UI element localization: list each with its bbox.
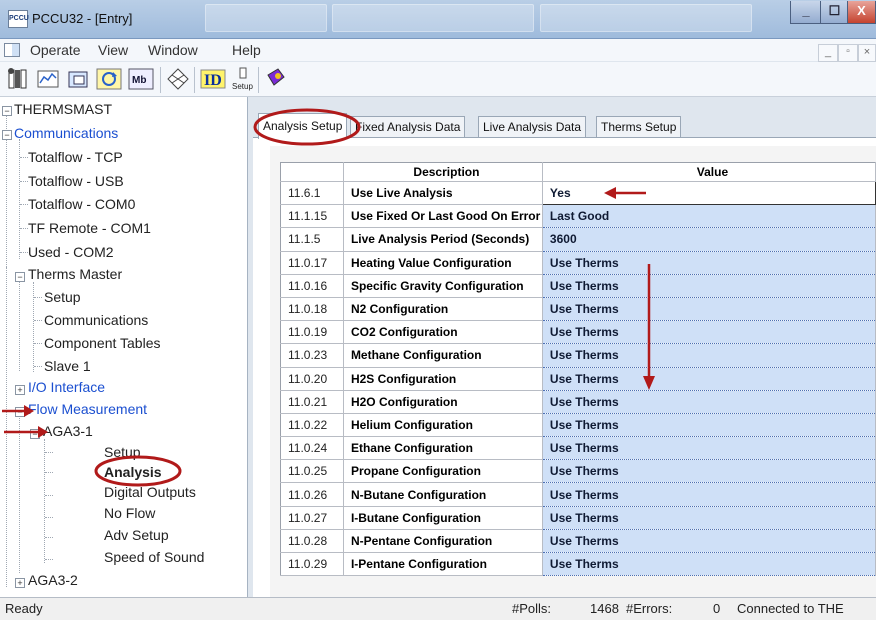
row-number-cell: 11.6.1 — [280, 181, 344, 206]
svg-text:ID: ID — [204, 72, 222, 89]
background-window-tab — [205, 4, 327, 32]
refresh-icon[interactable] — [96, 67, 122, 91]
navigation-tree[interactable]: − THERMSMAST − Communications Totalflow … — [0, 97, 248, 597]
header-number — [280, 162, 344, 182]
row-number-cell: 11.0.17 — [280, 251, 344, 275]
row-description-cell: H2O Configuration — [343, 390, 543, 414]
row-description-cell: Propane Configuration — [343, 459, 543, 484]
app-icon: PCCU — [8, 10, 29, 28]
entry-mode-icon[interactable] — [36, 67, 60, 91]
status-polls-value: 1468 — [590, 601, 619, 616]
row-description-cell: N2 Configuration — [343, 297, 543, 322]
window-title: PCCU32 - [Entry] — [32, 11, 133, 26]
row-number-cell: 11.0.18 — [280, 297, 344, 322]
menu-window[interactable]: Window — [148, 42, 198, 58]
row-value-cell[interactable]: Use Therms — [542, 529, 876, 554]
mb-icon[interactable]: Mb — [128, 67, 154, 91]
mdi-close-button[interactable]: × — [858, 44, 876, 62]
row-value-cell[interactable]: Use Therms — [542, 552, 876, 577]
help-book-icon[interactable] — [264, 67, 288, 91]
row-number-cell: 11.1.5 — [280, 227, 344, 252]
id-icon[interactable]: ID — [200, 67, 226, 91]
grid-row[interactable]: 11.0.26 N-Butane Configuration Use Therms — [280, 482, 876, 507]
row-description-cell: H2S Configuration — [343, 367, 543, 391]
status-ready: Ready — [5, 601, 43, 616]
toolbar-separator — [160, 67, 161, 93]
menu-help[interactable]: Help — [232, 42, 261, 58]
toolbar-separator — [194, 67, 195, 93]
row-number-cell: 11.0.23 — [280, 343, 344, 368]
row-number-cell: 11.0.24 — [280, 436, 344, 461]
grid-row[interactable]: 11.0.25 Propane Configuration Use Therms — [280, 459, 876, 484]
row-number-cell: 11.0.27 — [280, 506, 344, 530]
tree-annotations — [2, 405, 182, 487]
grid-row[interactable]: 11.0.29 I-Pentane Configuration Use Therms — [280, 552, 876, 577]
row-value-cell[interactable]: Use Therms — [542, 482, 876, 507]
row-description-cell: Methane Configuration — [343, 343, 543, 368]
row-description-cell: Ethane Configuration — [343, 436, 543, 461]
svg-text:Setup: Setup — [232, 82, 253, 91]
network-icon[interactable] — [166, 67, 190, 91]
menu-view[interactable]: View — [98, 42, 128, 58]
tab-therms-setup[interactable]: Therms Setup — [596, 116, 682, 137]
row-value-cell[interactable]: Use Therms — [542, 506, 876, 530]
row-number-cell: 11.0.16 — [280, 274, 344, 298]
row-number-cell: 11.0.22 — [280, 413, 344, 438]
row-description-cell: Heating Value Configuration — [343, 251, 543, 275]
grid-row[interactable]: 11.0.22 Helium Configuration Use Therms — [280, 413, 876, 438]
status-errors-value: 0 — [713, 601, 721, 616]
collect-icon[interactable] — [66, 67, 92, 91]
row-description-cell: N-Butane Configuration — [343, 482, 543, 507]
row-value-cell[interactable]: Use Therms — [542, 436, 876, 461]
title-bar[interactable]: PCCU PCCU32 - [Entry] _ ☐ X — [0, 0, 876, 39]
row-description-cell: I-Pentane Configuration — [343, 552, 543, 577]
setup-icon[interactable]: Setup — [230, 67, 256, 91]
background-window-tab — [332, 4, 534, 32]
row-description-cell: Specific Gravity Configuration — [343, 274, 543, 298]
row-number-cell: 11.0.28 — [280, 529, 344, 554]
row-description-cell: Live Analysis Period (Seconds) — [343, 227, 543, 252]
maximize-button[interactable]: ☐ — [820, 1, 849, 24]
entry-icon[interactable] — [6, 67, 28, 91]
header-description: Description — [343, 162, 543, 182]
status-connection: Connected to THE — [737, 601, 844, 616]
row-number-cell: 11.0.20 — [280, 367, 344, 391]
row-value-cell[interactable]: Use Therms — [542, 459, 876, 484]
row-description-cell: I-Butane Configuration — [343, 506, 543, 530]
mdi-minimize-button[interactable]: _ — [818, 44, 838, 62]
grid-row[interactable]: 11.0.24 Ethane Configuration Use Therms — [280, 436, 876, 461]
row-description-cell: Helium Configuration — [343, 413, 543, 438]
row-description-cell: CO2 Configuration — [343, 320, 543, 345]
background-window-tab — [540, 4, 752, 32]
toolbar: Mb ID Setup — [0, 62, 876, 97]
mdi-system-icon[interactable] — [4, 43, 20, 57]
mdi-restore-button[interactable]: ▫ — [838, 44, 858, 62]
grid-annotations — [604, 187, 655, 390]
row-description-cell: Use Fixed Or Last Good On Error — [343, 204, 543, 229]
toolbar-separator — [258, 67, 259, 93]
minimize-button[interactable]: _ — [790, 1, 822, 24]
row-value-cell[interactable]: Use Therms — [542, 413, 876, 438]
menu-operate[interactable]: Operate — [30, 42, 81, 58]
status-polls-label: #Polls: — [512, 601, 552, 616]
tab-annotation-circle — [253, 108, 361, 146]
row-description-cell: N-Pentane Configuration — [343, 529, 543, 554]
row-number-cell: 11.0.29 — [280, 552, 344, 577]
header-value: Value — [542, 162, 876, 182]
status-errors-label: #Errors: — [626, 601, 673, 616]
grid-row[interactable]: 11.0.27 I-Butane Configuration Use Therms — [280, 506, 876, 530]
row-number-cell: 11.1.15 — [280, 204, 344, 229]
row-number-cell: 11.0.26 — [280, 482, 344, 507]
grid-row[interactable]: 11.0.28 N-Pentane Configuration Use Therms — [280, 529, 876, 554]
svg-text:Mb: Mb — [132, 75, 146, 86]
row-number-cell: 11.0.25 — [280, 459, 344, 484]
status-bar: Ready #Polls: 1468 #Errors: 0 Connected … — [0, 597, 876, 620]
row-description-cell: Use Live Analysis — [343, 181, 543, 206]
menu-bar: Operate View Window Help — [0, 39, 876, 61]
tab-live-analysis-data[interactable]: Live Analysis Data — [478, 116, 587, 137]
row-number-cell: 11.0.21 — [280, 390, 344, 414]
close-button[interactable]: X — [847, 1, 876, 24]
row-number-cell: 11.0.19 — [280, 320, 344, 345]
